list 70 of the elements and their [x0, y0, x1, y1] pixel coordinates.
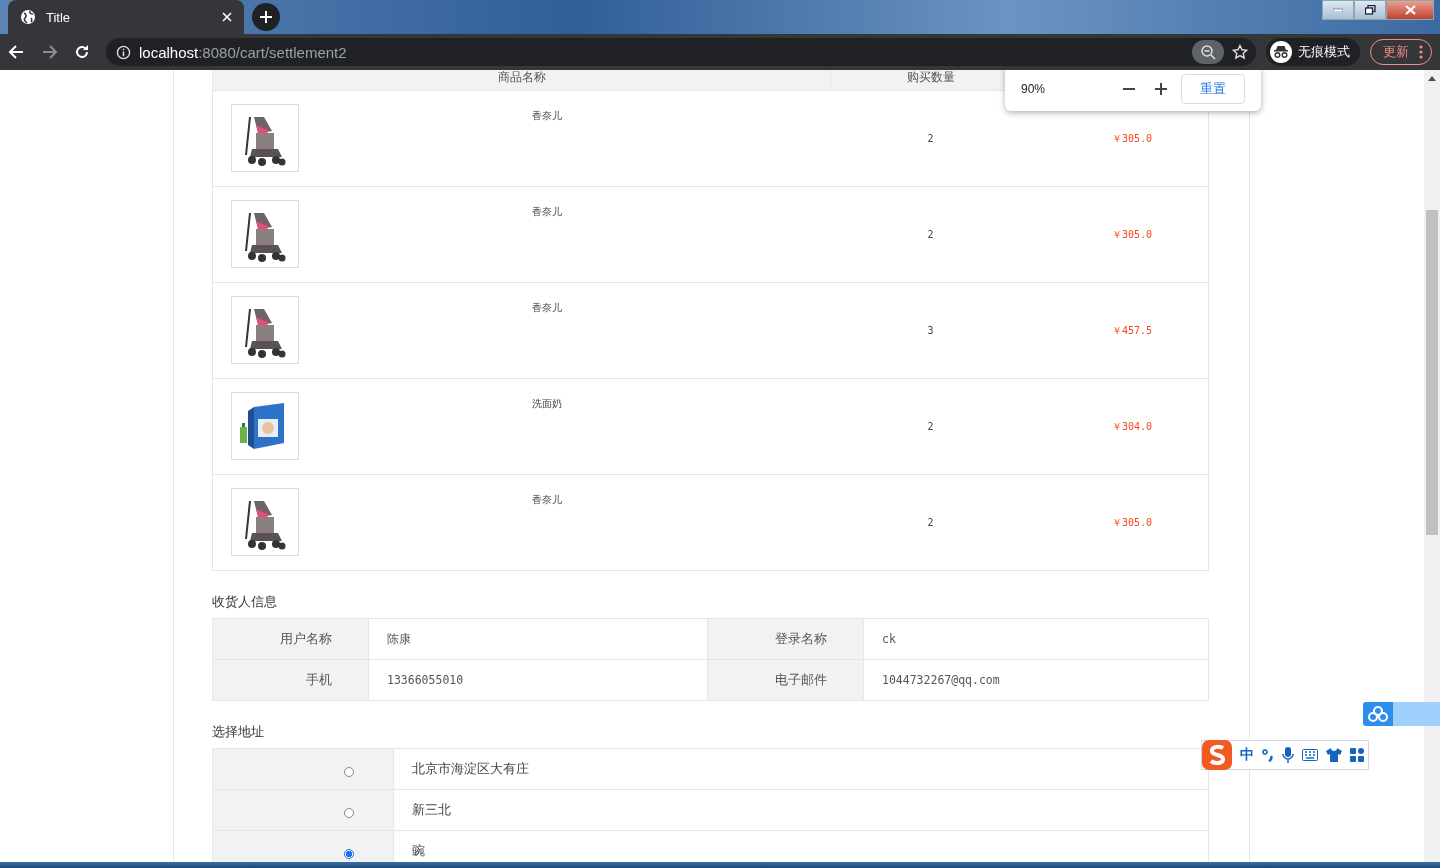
field-label: 手机 [213, 660, 369, 701]
field-value: 陈康 [369, 619, 708, 660]
field-value: 13366055010 [369, 660, 708, 701]
more-icon [1419, 45, 1423, 59]
product-name: 香奈儿 [531, 493, 563, 507]
product-name: 香奈儿 [531, 109, 563, 123]
tab-title: Title [46, 9, 72, 25]
punctuation-icon[interactable] [1262, 748, 1274, 762]
product-name: 洗面奶 [531, 397, 563, 411]
address-bar[interactable]: localhost:8080/cart/settlement2 [106, 38, 1256, 66]
quantity-cell-text: 3 [926, 325, 935, 336]
browser-tab[interactable]: Title [8, 0, 244, 34]
incognito-label: 无痕模式 [1298, 43, 1350, 61]
input-mode[interactable]: 中 [1240, 746, 1254, 764]
minus-icon[interactable] [1123, 87, 1135, 90]
field-label: 登录名称 [708, 619, 864, 660]
globe-icon [20, 9, 36, 25]
radio-button[interactable] [344, 767, 354, 777]
quantity-cell-text: 2 [926, 517, 935, 528]
price-cell-text: ￥457.5 [1111, 323, 1154, 338]
section-title: 选择地址 [212, 723, 265, 741]
zoom-level: 90% [1021, 81, 1047, 96]
column-header: 商品名称 [213, 70, 831, 90]
scrollbar-thumb[interactable] [1426, 210, 1438, 535]
new-tab-button[interactable] [252, 3, 280, 31]
restore-icon [1364, 5, 1376, 15]
info-icon [116, 44, 131, 60]
minimize-icon [1333, 8, 1343, 12]
reload-icon[interactable] [74, 44, 90, 60]
quantity-cell-text: 2 [926, 421, 935, 432]
field-label: 用户名称 [213, 619, 369, 660]
incognito-icon [1270, 41, 1292, 63]
price-cell-text: ￥305.0 [1111, 131, 1154, 146]
close-window-button[interactable] [1386, 0, 1434, 20]
reset-button[interactable]: 重置 [1181, 73, 1245, 104]
upload-toast[interactable] [1363, 702, 1440, 726]
incognito-badge[interactable]: 无痕模式 [1266, 38, 1360, 66]
address-text: 新三北 [394, 790, 1209, 831]
plus-icon[interactable] [1155, 82, 1167, 95]
quantity-cell-text: 2 [926, 133, 935, 144]
field-value: ck [864, 619, 1209, 660]
keyboard-icon[interactable] [1302, 749, 1318, 761]
radio-button[interactable] [344, 808, 354, 818]
scroll-up-icon[interactable] [1428, 76, 1436, 81]
back-icon[interactable] [8, 44, 24, 60]
maximize-button[interactable] [1354, 0, 1386, 20]
plus-icon [259, 10, 273, 24]
zoom-out-icon [1200, 44, 1216, 60]
shirt-icon[interactable] [1326, 748, 1342, 762]
price-cell-text: ￥304.0 [1111, 419, 1154, 434]
zoom-button[interactable] [1192, 40, 1224, 64]
product-name: 香奈儿 [531, 205, 563, 219]
field-value: 1044732267@qq.com [864, 660, 1209, 701]
star-icon[interactable] [1232, 44, 1248, 60]
field-label: 电子邮件 [708, 660, 864, 701]
section-title: 收货人信息 [212, 593, 278, 611]
grid-icon[interactable] [1350, 748, 1364, 762]
price-cell-text: ￥305.0 [1111, 515, 1154, 530]
quantity-cell-text: 2 [926, 229, 935, 240]
radio-button[interactable] [344, 849, 354, 859]
scrollbar[interactable] [1424, 70, 1440, 862]
product-name: 香奈儿 [531, 301, 563, 315]
price-cell-text: ￥305.0 [1111, 227, 1154, 242]
forward-icon[interactable] [42, 44, 58, 60]
cloud-icon [1368, 706, 1388, 722]
url-text: localhost:8080/cart/settlement2 [139, 43, 347, 61]
close-icon [1404, 5, 1416, 15]
microphone-icon[interactable] [1282, 747, 1294, 763]
close-icon[interactable] [222, 12, 232, 22]
sogou-logo-icon[interactable] [1202, 740, 1232, 770]
